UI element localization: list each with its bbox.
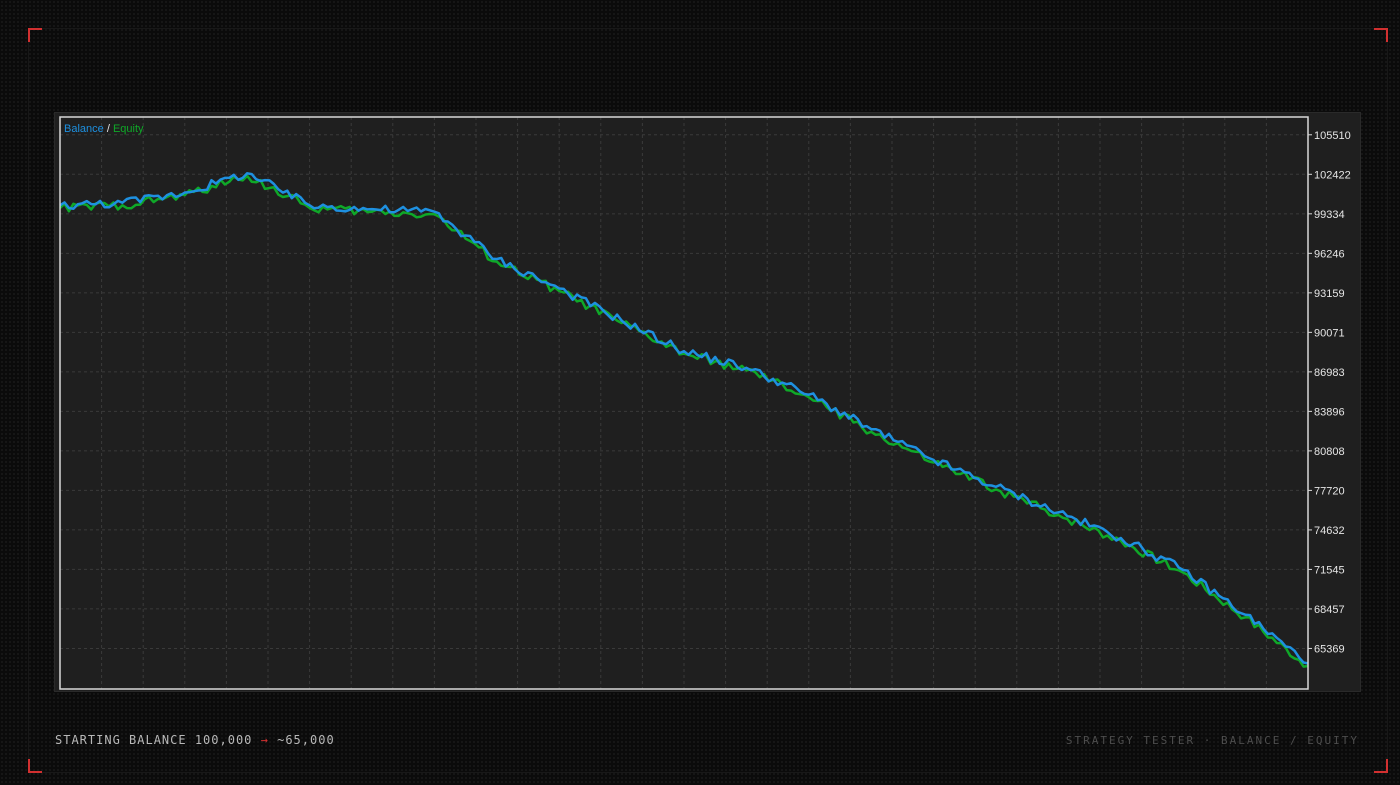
ending-balance-value: ~65,000 — [277, 733, 335, 747]
arrow-icon: → — [260, 733, 269, 747]
balance-equity-chart: 105510 102422 99334 96246 93159 90071 86983 838… — [55, 113, 1360, 691]
corner-bracket-bottom-left — [28, 759, 42, 773]
footer-caption: STRATEGY TESTER · BALANCE / EQUITY — [1065, 734, 1359, 747]
starting-balance-label: STARTING BALANCE — [55, 733, 187, 747]
y-tick-label: 80808 — [1314, 446, 1345, 458]
chart-svg: 105510 102422 99334 96246 93159 90071 86983 838… — [55, 113, 1360, 691]
footer-balance-summary: STARTING BALANCE 100,000 → ~65,000 — [55, 733, 335, 747]
y-tick-label: 71545 — [1314, 564, 1345, 576]
y-tick-label: 93159 — [1314, 288, 1345, 300]
y-tick-label: 77720 — [1314, 485, 1345, 497]
chart-legend: Balance / Equity — [64, 123, 144, 135]
legend-separator: / — [104, 123, 113, 135]
y-tick-label: 74632 — [1314, 525, 1345, 537]
y-tick-label: 68457 — [1314, 604, 1345, 616]
legend-balance: Balance — [64, 123, 104, 135]
y-tick-label: 105510 — [1314, 130, 1351, 142]
corner-bracket-top-right — [1374, 28, 1388, 42]
y-tick-label: 96246 — [1314, 248, 1345, 260]
y-tick-label: 99334 — [1314, 209, 1345, 221]
y-tick-label: 65369 — [1314, 643, 1345, 655]
legend-equity: Equity — [113, 123, 144, 135]
chart-background — [55, 113, 1360, 691]
y-tick-label: 90071 — [1314, 327, 1345, 339]
corner-bracket-top-left — [28, 28, 42, 42]
corner-bracket-bottom-right — [1374, 759, 1388, 773]
y-tick-label: 83896 — [1314, 406, 1345, 418]
starting-balance-value: 100,000 — [194, 733, 253, 747]
y-tick-label: 86983 — [1314, 367, 1345, 379]
y-tick-label: 102422 — [1314, 169, 1351, 181]
